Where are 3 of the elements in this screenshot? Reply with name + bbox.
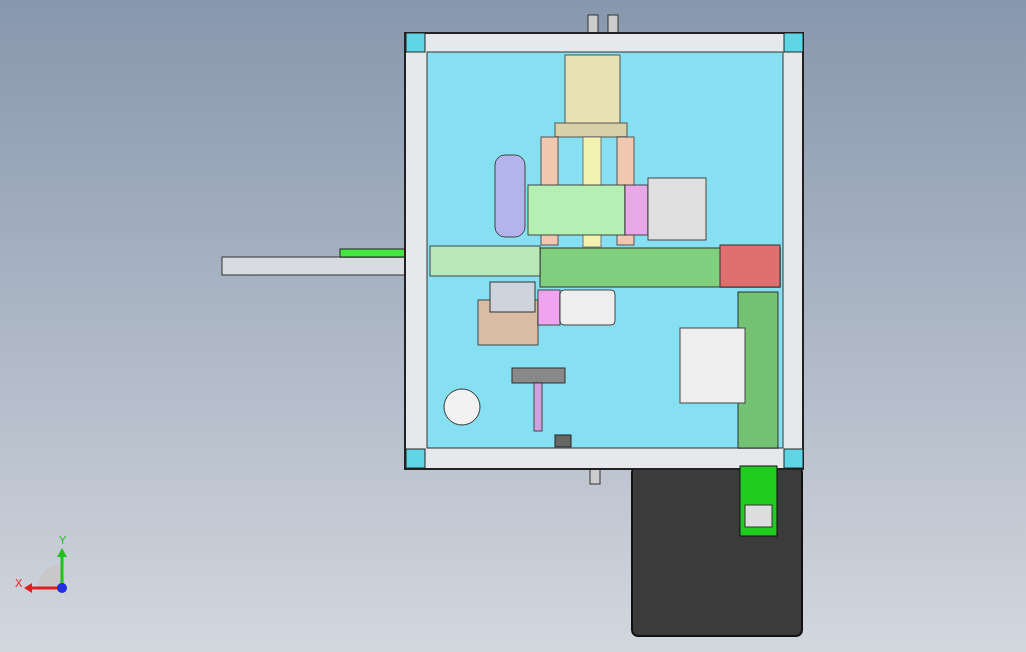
axis-triad-drawing	[24, 548, 67, 593]
y-axis-label: Y	[59, 534, 67, 546]
x-axis-label: X	[15, 577, 23, 589]
